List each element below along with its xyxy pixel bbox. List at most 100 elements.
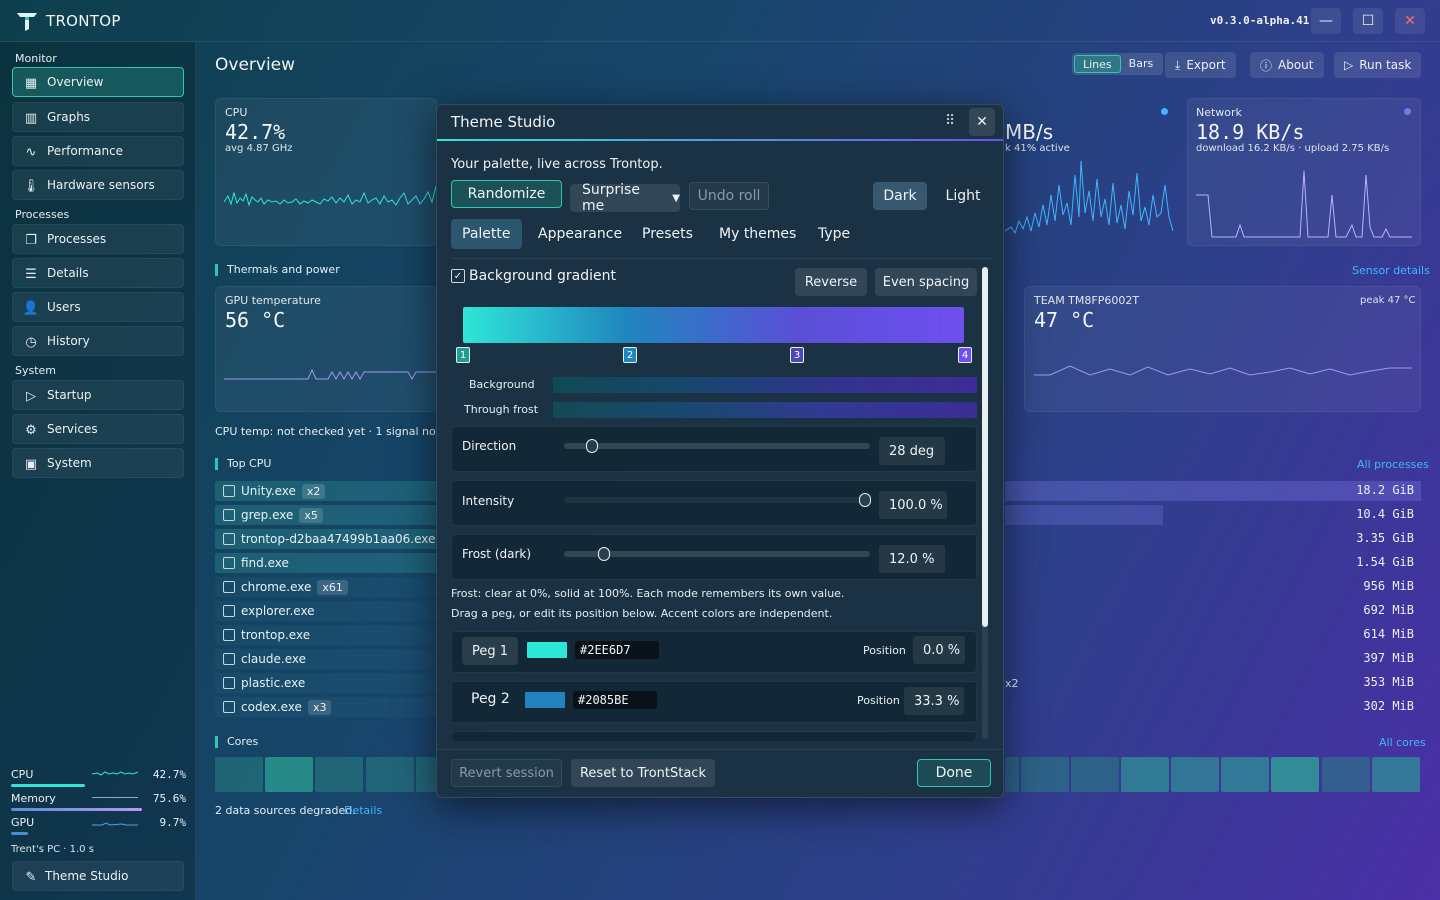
peg-1-color-swatch[interactable] — [527, 642, 567, 658]
process-name: trontop.exe — [241, 628, 311, 642]
table-row[interactable]: Unity.exe x2 — [215, 481, 437, 501]
peg-2-hex-input[interactable]: #2085BE — [573, 691, 657, 709]
intensity-slider-handle[interactable] — [859, 493, 871, 507]
view-mode-toggle: Lines Bars — [1072, 53, 1164, 75]
direction-slider[interactable] — [564, 443, 870, 449]
core-tile — [416, 757, 436, 792]
peg-2-button[interactable]: Peg 2 — [471, 691, 510, 707]
minimize-button[interactable]: — — [1311, 8, 1341, 34]
gradient-preview[interactable] — [463, 307, 964, 343]
table-row[interactable]: claude.exe — [215, 649, 437, 669]
frost-dark-input[interactable]: 12.0 % — [879, 545, 945, 573]
run-task-button[interactable]: ▷ Run task — [1334, 52, 1422, 78]
sidebar-item-hardware-sensors[interactable]: 🌡 Hardware sensors — [12, 170, 184, 200]
through-frost-strip — [553, 402, 977, 418]
peg-1-hex-input[interactable]: #2EE6D7 — [575, 641, 659, 659]
dialog-scrollbar-thumb[interactable] — [982, 267, 988, 627]
window-icon — [223, 581, 235, 593]
bars-toggle[interactable]: Bars — [1121, 55, 1162, 73]
window-icon — [223, 629, 235, 641]
surprise-me-select[interactable]: Surprise me ▼ — [570, 182, 680, 214]
about-button[interactable]: ⓘ About — [1250, 52, 1324, 78]
degraded-details-link[interactable]: Details — [344, 804, 382, 817]
dialog-close-button[interactable]: ✕ — [969, 108, 995, 136]
tab-appearance[interactable]: Appearance — [527, 219, 633, 249]
sensor-details-link[interactable]: Sensor details — [1352, 264, 1430, 277]
app-logo-icon — [17, 13, 37, 31]
export-button[interactable]: ⤓ Export — [1165, 52, 1236, 78]
instance-count-badge: x2 — [301, 483, 326, 499]
tab-type[interactable]: Type — [807, 219, 861, 249]
maximize-button[interactable]: ☐ — [1353, 8, 1383, 34]
table-row[interactable]: codex.exe x3 — [215, 697, 437, 717]
intensity-input[interactable]: 100.0 % — [879, 491, 947, 519]
process-name: chrome.exe — [241, 580, 312, 594]
sidebar-item-startup[interactable]: ▷ Startup — [12, 380, 184, 410]
table-row[interactable]: chrome.exe x61 — [215, 577, 437, 597]
frost-dark-label: Frost (dark) — [462, 547, 532, 561]
window-icon — [223, 485, 235, 497]
sidebar-item-users[interactable]: 👤 Users — [12, 292, 184, 322]
sidebar-item-overview[interactable]: ▦ Overview — [12, 67, 184, 97]
sidebar-item-processes[interactable]: ❐ Processes — [12, 224, 184, 254]
table-row[interactable]: plastic.exe — [215, 673, 437, 693]
peg-2-position-input[interactable]: 33.3 % — [904, 687, 964, 715]
table-row[interactable]: explorer.exe — [215, 601, 437, 621]
all-processes-link[interactable]: All processes — [1357, 458, 1429, 471]
sidebar-item-performance[interactable]: ∿ Performance — [12, 136, 184, 166]
brush-icon: ✎ — [25, 869, 37, 885]
theme-studio-button[interactable]: ✎ Theme Studio — [12, 861, 184, 891]
peg-2-color-swatch[interactable] — [525, 692, 565, 708]
sidebar-item-label: Overview — [47, 75, 104, 89]
sidebar-item-label: Processes — [47, 232, 107, 246]
done-button[interactable]: Done — [917, 759, 991, 787]
table-row[interactable]: grep.exe x5 — [215, 505, 437, 525]
lines-toggle[interactable]: Lines — [1074, 55, 1121, 73]
reverse-button[interactable]: Reverse — [795, 268, 867, 296]
tab-presets[interactable]: Presets — [631, 219, 704, 249]
background-gradient-checkbox[interactable]: ✓ — [451, 269, 465, 283]
randomize-button[interactable]: Randomize — [451, 180, 562, 208]
gradient-peg-2[interactable]: 2 — [623, 347, 637, 363]
gradient-peg-4[interactable]: 4 — [958, 347, 972, 363]
table-row[interactable]: find.exe — [215, 553, 437, 573]
sidebar-item-system[interactable]: ▣ System — [12, 448, 184, 478]
gpu-sparkline — [92, 822, 138, 826]
peg-1-button[interactable]: Peg 1 — [462, 637, 518, 665]
even-spacing-button[interactable]: Even spacing — [875, 268, 977, 296]
frost-dark-slider-handle[interactable] — [598, 547, 610, 561]
sidebar-section-system: System — [15, 364, 57, 377]
tab-my-themes[interactable]: My themes — [708, 219, 807, 249]
gradient-peg-1[interactable]: 1 — [456, 347, 470, 363]
revert-session-button[interactable]: Revert session — [451, 759, 562, 787]
cpu-temp-note: CPU temp: not checked yet · 1 signal not… — [215, 425, 437, 438]
sidebar-item-services[interactable]: ⚙ Services — [12, 414, 184, 444]
page-title: Overview — [215, 55, 296, 75]
dark-mode-toggle[interactable]: Dark — [873, 182, 927, 210]
reset-theme-button[interactable]: Reset to TrontStack — [571, 759, 715, 787]
direction-input[interactable]: 28 deg — [879, 437, 945, 465]
sidebar-item-graphs[interactable]: ▥ Graphs — [12, 102, 184, 132]
direction-slider-handle[interactable] — [586, 439, 598, 453]
thermometer-icon: 🌡 — [22, 178, 40, 194]
footer-memory-value: 75.6% — [152, 792, 186, 805]
intensity-slider[interactable] — [564, 497, 870, 503]
table-row[interactable]: trontop-d2baa47499b1aa06.exe — [215, 529, 437, 549]
footer-memory-bar — [11, 808, 142, 811]
close-window-button[interactable]: ✕ — [1395, 8, 1425, 34]
table-row[interactable]: trontop.exe — [215, 625, 437, 645]
gpu-temp-label: GPU temperature — [225, 294, 321, 307]
sidebar-item-details[interactable]: ☰ Details — [12, 258, 184, 288]
gradient-peg-3[interactable]: 3 — [790, 347, 804, 363]
background-preview-strip — [553, 377, 977, 393]
undo-roll-button[interactable]: Undo roll — [689, 182, 769, 210]
drag-handle-icon[interactable]: ⠿ — [945, 113, 955, 129]
sidebar-item-history[interactable]: ◷ History — [12, 326, 184, 356]
light-mode-toggle[interactable]: Light — [937, 182, 989, 210]
tab-palette[interactable]: Palette — [451, 219, 522, 249]
direction-label: Direction — [462, 439, 517, 453]
core-tile — [1021, 757, 1069, 792]
all-cores-link[interactable]: All cores — [1379, 736, 1426, 749]
peg-1-position-input[interactable]: 0.0 % — [913, 636, 965, 664]
pulse-icon: ∿ — [25, 144, 37, 160]
